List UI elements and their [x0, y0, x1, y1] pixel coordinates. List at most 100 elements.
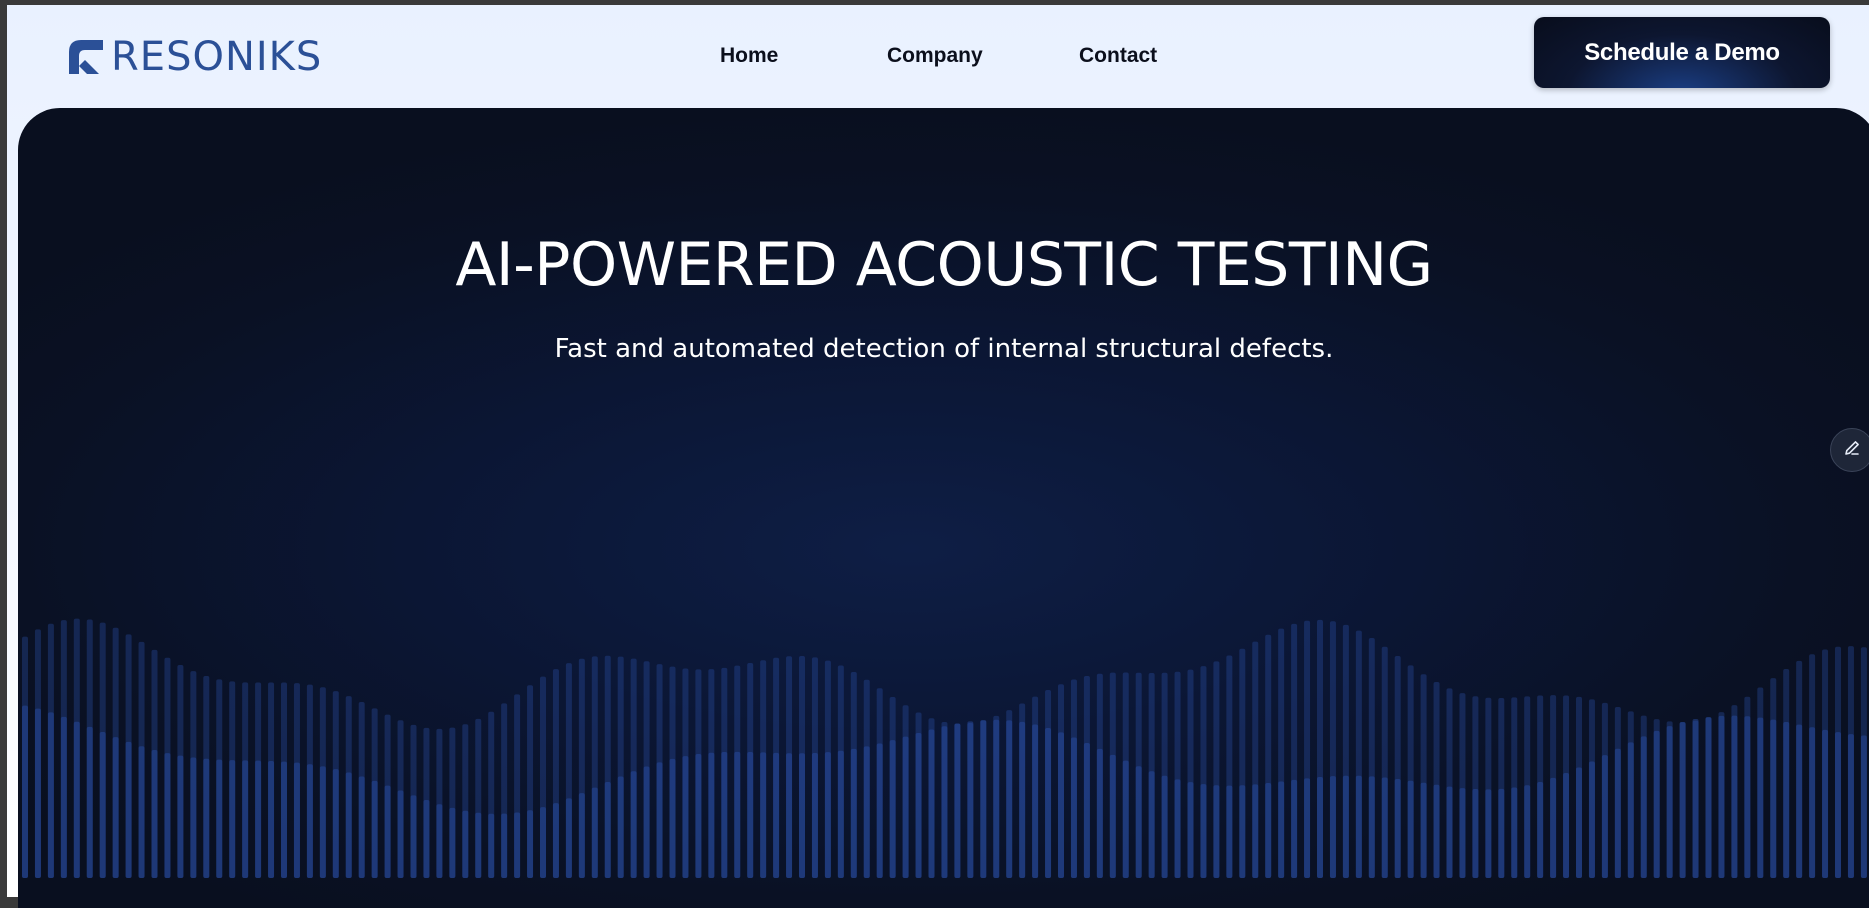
wave-bar-front	[1058, 732, 1064, 878]
wave-bar-front	[488, 813, 495, 878]
wave-bar-front	[1355, 775, 1362, 878]
wave-bar-front	[1394, 778, 1401, 878]
wave-bar-front	[1601, 755, 1608, 878]
wave-bar-front	[1148, 771, 1155, 878]
wave-bar-front	[760, 752, 767, 878]
wave-bar-front	[112, 737, 119, 878]
wave-bar-front	[501, 813, 508, 878]
wave-bar-front	[1135, 766, 1142, 878]
wave-bar-front	[1537, 782, 1544, 878]
wave-bar-front	[1653, 730, 1660, 878]
wave-bar-front	[604, 782, 611, 878]
wave-bar-front	[773, 752, 780, 878]
wave-bar-front	[1524, 785, 1531, 878]
wave-bar-front	[1679, 722, 1686, 878]
wave-bar-front	[255, 760, 262, 878]
nav-link-home[interactable]: Home	[720, 41, 778, 71]
wave-bar-front	[889, 740, 896, 878]
wave-bar-front	[1847, 734, 1854, 878]
nav-link-contact[interactable]: Contact	[1079, 41, 1157, 71]
wave-bar-front	[811, 752, 818, 878]
wave-bar-front	[73, 721, 80, 878]
wave-bar-front	[164, 753, 171, 878]
wave-bar-front	[1213, 785, 1220, 878]
wave-bar-front	[540, 807, 546, 878]
wave-bar-front	[1265, 783, 1272, 878]
wave-bar-front	[1485, 789, 1492, 878]
wave-bar-front	[60, 716, 67, 878]
wave-bar-front	[1304, 778, 1311, 878]
wave-bar-front	[669, 758, 676, 878]
wave-bar-front	[1317, 777, 1323, 878]
wave-bar-front	[306, 764, 313, 878]
wave-bar-front	[436, 804, 443, 878]
wave-bar-front	[1731, 715, 1738, 878]
wave-bar-front	[552, 803, 559, 878]
wave-bar-front	[293, 762, 300, 878]
wave-bar-front	[1226, 785, 1233, 878]
wave-bar-front	[177, 755, 184, 878]
wave-bar-front	[138, 746, 145, 878]
wave-bar-front	[358, 776, 365, 878]
wave-bar-front	[1109, 754, 1116, 878]
wave-bar-front	[514, 812, 521, 878]
wave-bar-front	[1368, 776, 1375, 878]
wave-bar-front	[1822, 729, 1829, 878]
wave-bar-front	[1200, 784, 1207, 878]
wave-bar-front	[1019, 721, 1026, 878]
wave-bar-front	[1614, 748, 1621, 878]
wave-bar-front	[384, 785, 391, 878]
wave-bar-front	[1083, 742, 1090, 878]
hero-title: AI-POWERED ACOUSTIC TESTING	[455, 230, 1433, 300]
wave-bar-front	[786, 753, 793, 878]
wave-bar-front	[993, 719, 1000, 878]
wave-bar-front	[190, 757, 197, 878]
wave-bar-front	[954, 723, 961, 878]
wave-bar-front	[216, 759, 223, 878]
wave-bar-front	[1796, 724, 1803, 878]
wave-bar-front	[1446, 786, 1453, 878]
wave-bar-front	[229, 760, 236, 878]
wave-bar-front	[1744, 716, 1751, 878]
pencil-icon	[1842, 438, 1862, 463]
wave-bar-front	[1498, 788, 1505, 878]
wave-bar-front	[824, 752, 831, 878]
wave-bar-front	[203, 758, 210, 878]
wave-bar-front	[1783, 722, 1790, 878]
wave-bar-front	[22, 705, 28, 878]
wave-bar-front	[99, 732, 106, 878]
wave-bar-front	[345, 772, 352, 878]
edit-button[interactable]	[1830, 428, 1869, 472]
wave-bar-front	[941, 726, 948, 878]
nav-link-company[interactable]: Company	[887, 41, 983, 71]
wave-bar-front	[1070, 737, 1077, 878]
wave-bar-front	[462, 810, 469, 878]
wave-bar-front	[617, 776, 624, 878]
wave-bar-front	[1692, 719, 1699, 878]
wave-bar-front	[1757, 717, 1764, 878]
wave-bar-front	[1433, 784, 1440, 878]
wave-bar-front	[980, 720, 987, 878]
wave-bar-front	[1563, 773, 1570, 878]
wave-bar-front	[268, 760, 275, 878]
wave-bar-front	[1459, 788, 1466, 878]
wave-bar-front	[449, 807, 456, 878]
wave-bar-front	[1278, 781, 1285, 878]
wave-bar-front	[1472, 789, 1479, 878]
wave-bar-front	[319, 766, 326, 878]
wave-bar-front	[1032, 724, 1039, 878]
wave-bar-front	[747, 752, 754, 878]
wave-bar-front	[34, 708, 41, 878]
wave-bar-front	[125, 741, 132, 878]
wave-bar-front	[565, 798, 572, 878]
wave-bar-front	[1381, 777, 1388, 878]
wave-bar-front	[1096, 748, 1103, 878]
wave-bar-front	[850, 748, 857, 878]
wave-bar-front	[682, 756, 689, 878]
wave-bar-front	[1122, 760, 1129, 878]
wave-bar-front	[1640, 736, 1647, 878]
wave-bar-front	[708, 752, 715, 878]
wave-bar-front	[1809, 727, 1816, 878]
wave-bar-front	[1718, 715, 1725, 878]
schedule-demo-button[interactable]: Schedule a Demo	[1534, 17, 1830, 88]
